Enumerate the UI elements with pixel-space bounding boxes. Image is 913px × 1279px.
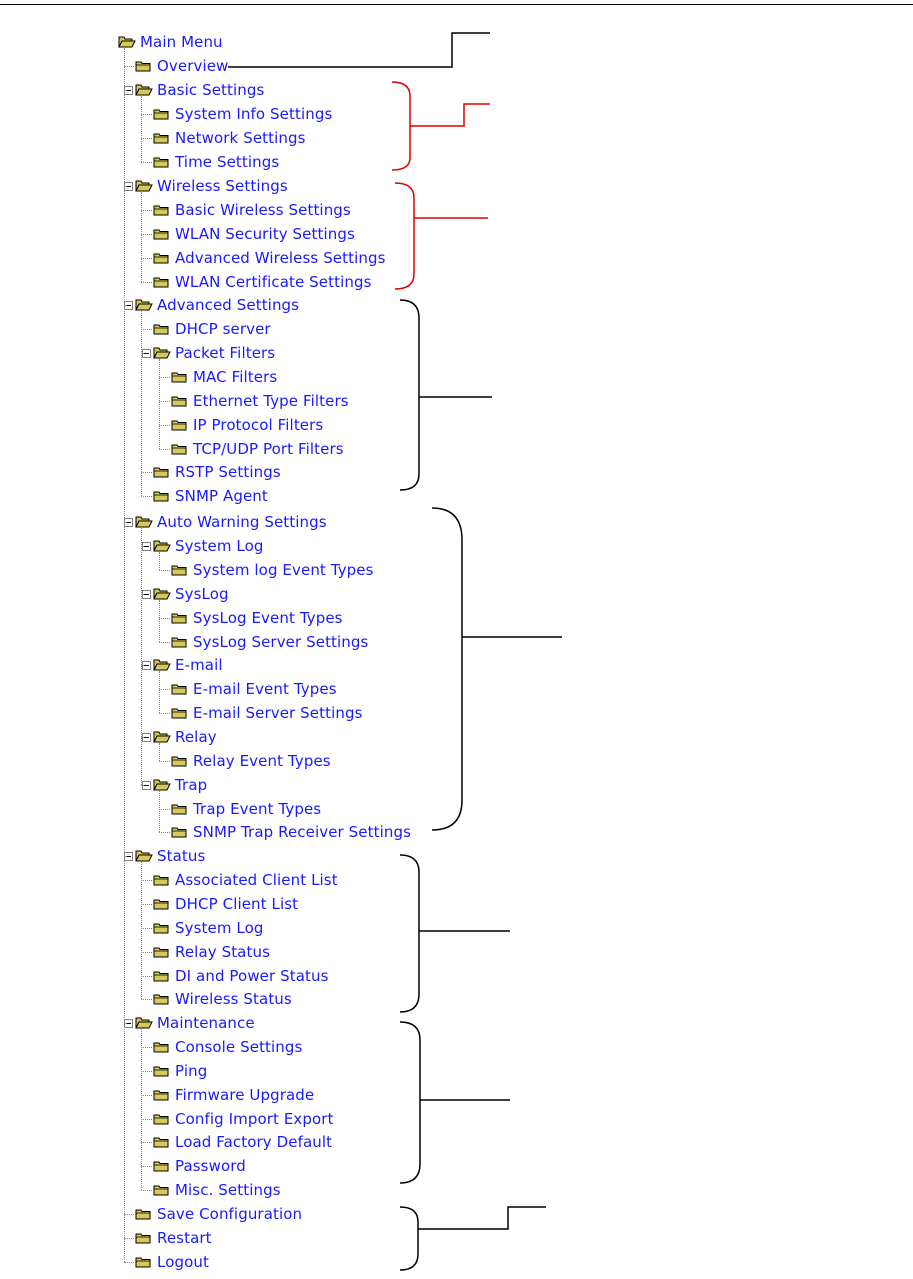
maintenance-bracket [399,1021,421,1184]
auto-warning-bracket [431,507,463,831]
advanced-settings-bracket [399,299,420,491]
basic-settings-bracket [391,81,411,171]
overview-pointer-line [228,32,490,68]
annotation-brackets [228,32,562,1271]
basic-settings-pointer [410,103,490,127]
save-restart-logout-bracket [399,1206,419,1271]
wireless-settings-bracket [394,182,415,290]
status-bracket [399,854,420,1013]
save-restart-logout-pointer [418,1206,546,1230]
